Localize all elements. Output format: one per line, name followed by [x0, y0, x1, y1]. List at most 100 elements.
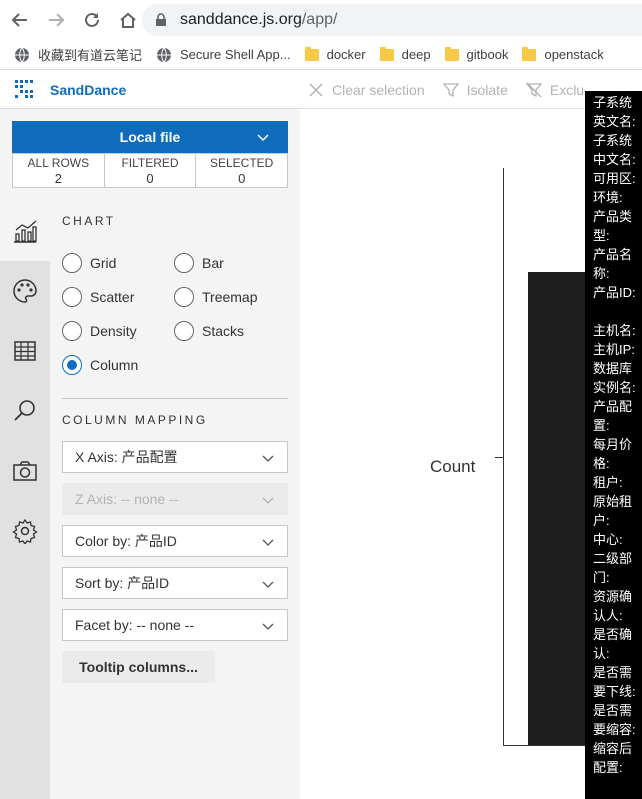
tooltip-line: 缩容后: [593, 741, 633, 756]
data-table-tab[interactable]: [0, 321, 50, 381]
chart-type-scatter[interactable]: Scatter: [62, 287, 134, 307]
tooltip-line: 中文名:: [593, 152, 636, 167]
tooltip-line: 产品配: [593, 399, 633, 414]
isolate-label: Isolate: [466, 82, 508, 98]
count-value: 0: [146, 171, 154, 186]
radio-circle: [62, 321, 82, 341]
home-button[interactable]: [112, 4, 144, 36]
forward-button[interactable]: [40, 4, 72, 36]
chevron-down-icon: [257, 134, 269, 142]
radio-circle: [174, 287, 194, 307]
sort-by-select[interactable]: Sort by: 产品ID: [62, 567, 288, 599]
isolate-button[interactable]: Isolate: [442, 82, 508, 98]
tooltip-line: 二级部: [593, 551, 633, 566]
url-path: /app/: [301, 11, 338, 28]
radio-circle: [62, 253, 82, 273]
bookmark-folder[interactable]: docker: [304, 46, 366, 62]
tooltip-line: 是否需: [593, 665, 633, 680]
tooltip-line: 是否需: [593, 703, 633, 718]
snapshot-tab[interactable]: [0, 441, 50, 501]
tooltip-columns-button[interactable]: Tooltip columns...: [62, 651, 215, 683]
chart-type-treemap[interactable]: Treemap: [174, 287, 258, 307]
chart-type-stacks[interactable]: Stacks: [174, 321, 244, 341]
radio-label: Stacks: [202, 323, 245, 339]
x-axis-line: [503, 745, 585, 746]
back-button[interactable]: [4, 4, 36, 36]
folder-icon: [522, 46, 537, 61]
app-brand: SandDance: [50, 81, 127, 98]
y-axis-label: Count: [430, 457, 476, 476]
filtered-count: FILTERED 0: [105, 154, 197, 187]
chart-tab[interactable]: [0, 201, 50, 261]
lock-icon: [156, 13, 166, 26]
chart-type-grid[interactable]: Grid: [62, 253, 116, 273]
bookmark-folder[interactable]: openstack: [522, 46, 604, 62]
bookmark-folder[interactable]: deep: [379, 46, 431, 62]
local-file-button[interactable]: Local file: [12, 121, 288, 153]
reload-icon: [85, 12, 99, 27]
chart-type-bar[interactable]: Bar: [174, 253, 224, 273]
radio-circle: [174, 253, 194, 273]
tooltip-line: 是否确: [593, 627, 633, 642]
tooltip-line: 认人:: [593, 608, 623, 623]
tooltip-line: 型:: [593, 228, 610, 243]
tooltip-line: 每月价: [593, 437, 633, 452]
filter-icon: [442, 83, 459, 98]
tooltip-line: 中心:: [593, 532, 623, 547]
radio-circle: [62, 287, 82, 307]
radio-label: Column: [90, 357, 139, 373]
tooltip-line: 产品类: [593, 209, 633, 224]
arrow-left-icon: [11, 13, 27, 27]
selection-toolbar: Clear selection Isolate Exclu: [308, 71, 602, 109]
bookmark-label: 收藏到有道云笔记: [38, 48, 143, 63]
tooltip-line: 配置:: [593, 760, 623, 775]
bookmark-label: gitbook: [466, 47, 509, 62]
exclude-button[interactable]: Exclu: [525, 82, 584, 98]
x-axis-select[interactable]: X Axis: 产品配置: [62, 441, 288, 473]
globe-icon: [15, 47, 29, 62]
bookmark-item[interactable]: 收藏到有道云笔记: [14, 45, 142, 64]
count-label: FILTERED: [121, 156, 179, 170]
facet-by-select[interactable]: Facet by: -- none --: [62, 609, 288, 641]
tooltip-line: 格:: [593, 456, 610, 471]
bookmark-label: openstack: [544, 47, 604, 62]
tooltip-line: 产品ID:: [593, 285, 636, 300]
bookmarks-bar: 收藏到有道云笔记 Secure Shell App... docker deep…: [0, 40, 642, 70]
tooltip-line: 要缩容:: [593, 722, 636, 737]
chevron-down-icon: [262, 455, 274, 462]
reload-button[interactable]: [76, 4, 108, 36]
z-axis-select: Z Axis: -- none --: [62, 483, 288, 515]
chevron-down-icon: [262, 581, 274, 588]
chevron-down-icon: [262, 497, 274, 504]
section-divider: [62, 398, 288, 399]
close-icon: [309, 83, 323, 97]
bookmark-item[interactable]: Secure Shell App...: [156, 47, 291, 63]
color-tab[interactable]: [0, 261, 50, 321]
all-rows-count: ALL ROWS 2: [13, 154, 105, 187]
search-tab[interactable]: [0, 381, 50, 441]
tooltip-line: 要下线:: [593, 684, 636, 699]
radio-label: Grid: [90, 255, 117, 271]
color-by-select[interactable]: Color by: 产品ID: [62, 525, 288, 557]
tooltip-line: 租户:: [593, 475, 623, 490]
settings-tab[interactable]: [0, 501, 50, 561]
bookmark-folder[interactable]: gitbook: [444, 46, 509, 62]
address-bar[interactable]: sanddance.js.org/app/: [142, 4, 642, 36]
chart-type-density[interactable]: Density: [62, 321, 137, 341]
tooltip-line: 主机名:: [593, 323, 636, 338]
radio-circle: [174, 321, 194, 341]
arrow-right-icon: [49, 13, 65, 27]
hover-tooltip: 子系统 英文名: 子系统 中文名: 可用区: 环境: 产品类 型: 产品名 称: 产品ID: 主机名…: [585, 91, 642, 799]
column-bar[interactable]: [528, 272, 585, 745]
tooltip-line: [593, 303, 642, 322]
radio-circle-checked: [62, 355, 82, 375]
clear-selection-label: Clear selection: [332, 82, 425, 98]
url-host: sanddance.js.org: [180, 11, 302, 28]
radio-label: Density: [90, 323, 137, 339]
table-icon: [14, 341, 36, 361]
z-axis-value: Z Axis: -- none --: [75, 491, 179, 507]
chart-type-column[interactable]: Column: [62, 355, 138, 375]
local-file-label: Local file: [119, 129, 181, 145]
clear-selection-button[interactable]: Clear selection: [308, 82, 425, 98]
palette-icon: [13, 279, 37, 303]
